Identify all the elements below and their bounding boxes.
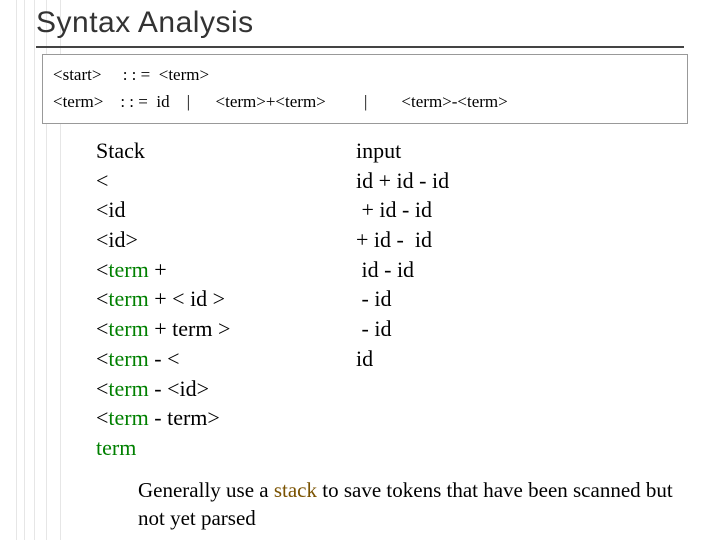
trace-row: < id + id - id: [96, 166, 449, 196]
trace-input: + id - id: [356, 225, 432, 255]
trace-row: term: [96, 433, 449, 463]
trace-input: + id - id: [356, 195, 432, 225]
trace-stack: <id: [96, 195, 356, 225]
trace-stack: <term +: [96, 255, 356, 285]
trace-input: id: [356, 344, 373, 374]
trace-row: <term + id - id: [96, 255, 449, 285]
grammar-row-1: <start> : : = <term>: [53, 61, 677, 88]
grammar-lhs: <start>: [53, 65, 101, 84]
parse-trace: Stack input < id + id - id <id + id - id…: [96, 136, 449, 463]
title-underline: [36, 46, 684, 48]
grammar-sep: |: [187, 92, 190, 111]
trace-stack: <term + < id >: [96, 284, 356, 314]
trace-header-stack: Stack: [96, 136, 356, 166]
grammar-rhs: <term>+<term>: [216, 92, 326, 111]
grammar-rhs: id: [156, 92, 169, 111]
grammar-lhs: <term>: [53, 92, 103, 111]
trace-stack: <term + term >: [96, 314, 356, 344]
trace-header: Stack input: [96, 136, 449, 166]
trace-row: <term - <id>: [96, 374, 449, 404]
trace-stack: <id>: [96, 225, 356, 255]
grammar-sep: |: [364, 92, 367, 111]
trace-row: <term + term > - id: [96, 314, 449, 344]
note-keyword: stack: [274, 478, 317, 502]
trace-input: id - id: [356, 255, 414, 285]
grammar-box: <start> : : = <term> <term> : : = id | <…: [42, 54, 688, 124]
trace-header-input: input: [356, 136, 401, 166]
trace-row: <term - < id: [96, 344, 449, 374]
trace-row: <term + < id > - id: [96, 284, 449, 314]
trace-row: <id + id - id: [96, 195, 449, 225]
trace-stack: term: [96, 433, 356, 463]
trace-stack: <term - term>: [96, 403, 356, 433]
note-pre: Generally use a: [138, 478, 274, 502]
trace-input: - id: [356, 284, 391, 314]
grammar-rhs: <term>: [159, 65, 209, 84]
grammar-op: : : =: [120, 92, 148, 111]
trace-stack: <term - <id>: [96, 374, 356, 404]
trace-row: <id> + id - id: [96, 225, 449, 255]
footer-note: Generally use a stack to save tokens tha…: [138, 476, 678, 533]
page-title: Syntax Analysis: [36, 6, 254, 40]
trace-stack: <: [96, 166, 356, 196]
trace-stack: <term - <: [96, 344, 356, 374]
grammar-op: : : =: [123, 65, 151, 84]
grammar-row-2: <term> : : = id | <term>+<term> | <term>…: [53, 88, 677, 115]
trace-input: - id: [356, 314, 391, 344]
grammar-rhs: <term>-<term>: [401, 92, 507, 111]
trace-input: id + id - id: [356, 166, 449, 196]
trace-row: <term - term>: [96, 403, 449, 433]
